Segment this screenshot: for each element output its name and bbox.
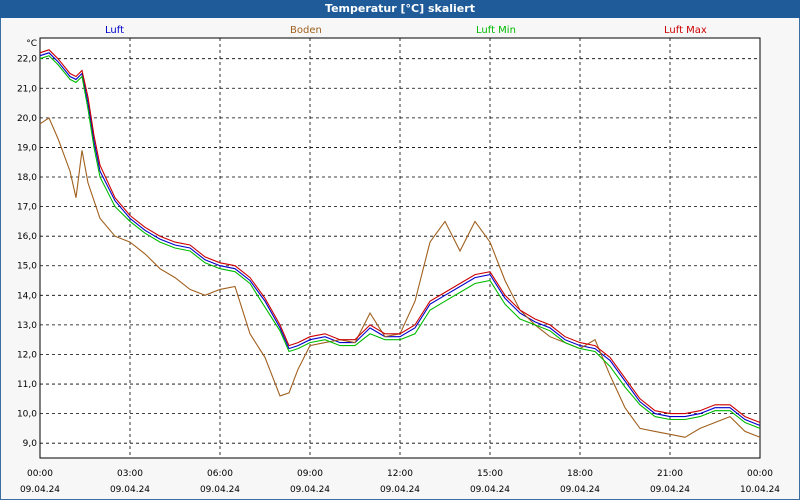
x-tick-date: 09.04.24	[560, 485, 600, 495]
y-tick-label: 9,0	[23, 439, 38, 449]
x-tick-time: 21:00	[657, 469, 683, 479]
y-tick-label: 10,0	[17, 410, 37, 420]
x-tick-date: 10.04.24	[740, 485, 780, 495]
x-tick-date: 09.04.24	[380, 485, 420, 495]
y-tick-label: 13,0	[17, 321, 37, 331]
x-tick-time: 06:00	[207, 469, 233, 479]
y-tick-label: 11,0	[17, 380, 37, 390]
x-tick-time: 18:00	[567, 469, 593, 479]
temperature-chart: 9,0 10,0 11,0 12,0 13,0 14,0 15,0 16,0 17,0 18,0 1…	[17, 37, 780, 495]
y-tick-label: 20,0	[17, 114, 37, 124]
x-tick-time: 00:00	[27, 469, 53, 479]
x-tick-date: 09.04.24	[290, 485, 330, 495]
x-tick-time: 00:00	[747, 469, 773, 479]
x-tick-date: 09.04.24	[20, 485, 60, 495]
x-tick-date: 09.04.24	[650, 485, 690, 495]
x-tick-time: 15:00	[477, 469, 503, 479]
x-tick-date: 09.04.24	[200, 485, 240, 495]
y-tick-label: 17,0	[17, 203, 37, 213]
x-tick-time: 09:00	[297, 469, 323, 479]
y-tick-label: 21,0	[17, 84, 37, 94]
y-tick-label: 19,0	[17, 143, 37, 153]
y-tick-label: 16,0	[17, 232, 37, 242]
x-tick-date: 09.04.24	[470, 485, 510, 495]
x-tick-time: 03:00	[117, 469, 143, 479]
y-tick-label: 15,0	[17, 262, 37, 272]
y-tick-label: 12,0	[17, 350, 37, 360]
x-tick-date: 09.04.24	[110, 485, 150, 495]
y-tick-label: 22,0	[17, 55, 37, 65]
y-tick-label: 14,0	[17, 291, 37, 301]
x-tick-time: 12:00	[387, 469, 413, 479]
y-axis-label: °C	[26, 39, 37, 49]
y-tick-label: 18,0	[17, 173, 37, 183]
